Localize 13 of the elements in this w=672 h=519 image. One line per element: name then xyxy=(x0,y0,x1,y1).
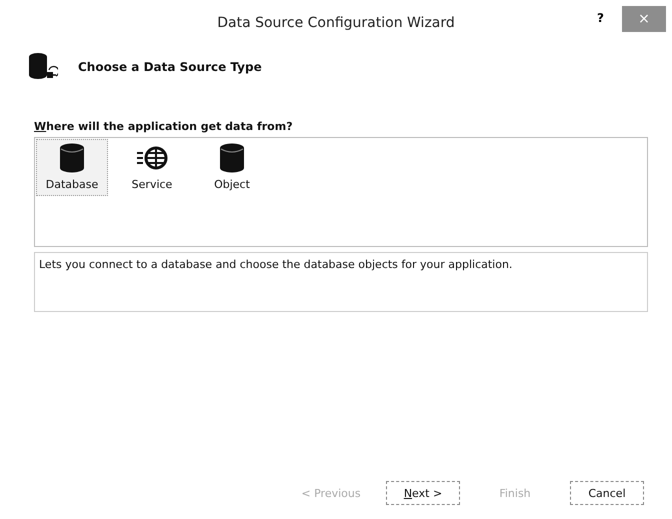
database-icon xyxy=(59,143,85,173)
data-source-item[interactable]: Database xyxy=(36,139,108,196)
data-source-item[interactable]: Service xyxy=(116,139,188,196)
database-icon xyxy=(219,143,245,173)
question-label: Where will the application get data from? xyxy=(34,120,294,133)
database-plug-icon xyxy=(28,52,58,82)
data-source-item[interactable]: Object xyxy=(196,139,268,196)
description-text: Lets you connect to a database and choose the database objects for your application. xyxy=(39,258,512,271)
window-title: Data Source Configuration Wizard xyxy=(217,15,455,31)
wizard-button[interactable]: Next > xyxy=(386,481,460,505)
page-heading: Choose a Data Source Type xyxy=(78,60,262,74)
wizard-button[interactable]: Cancel xyxy=(570,481,644,505)
help-button[interactable]: ? xyxy=(591,10,610,26)
